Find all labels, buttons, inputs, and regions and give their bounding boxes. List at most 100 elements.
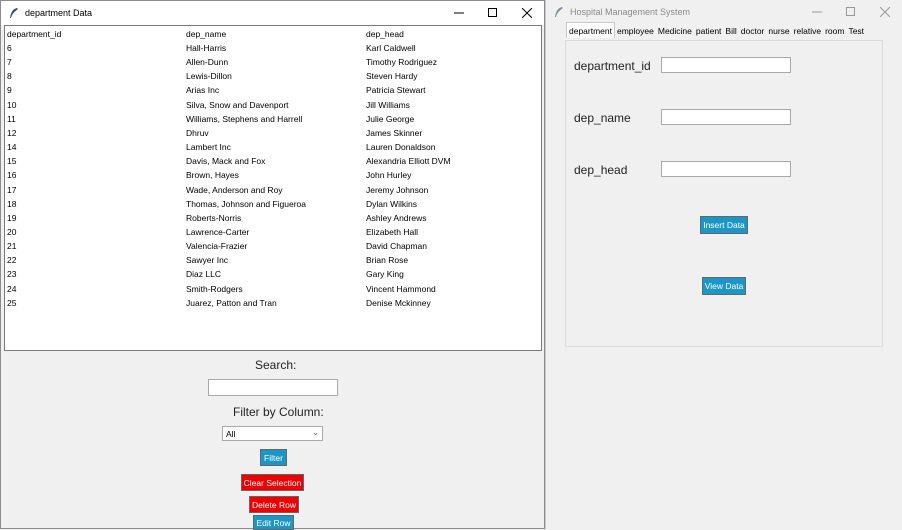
tab-test[interactable]: Test bbox=[846, 24, 866, 38]
table-row[interactable]: 23 Diaz LLC Gary King bbox=[5, 268, 541, 282]
filter-label: Filter by Column: bbox=[233, 405, 324, 419]
window-title: department Data bbox=[25, 8, 93, 18]
delete-row-button[interactable]: Delete Row bbox=[249, 496, 299, 513]
tab-employee[interactable]: employee bbox=[615, 24, 656, 38]
close-button[interactable] bbox=[510, 1, 544, 25]
cell-dep-name: Williams, Stephens and Harrell bbox=[186, 113, 303, 124]
tab-doctor[interactable]: doctor bbox=[739, 24, 767, 38]
table-row[interactable]: 25 Juarez, Patton and Tran Denise Mckinney bbox=[5, 297, 541, 311]
table-row[interactable]: 6 Hall-Harris Karl Caldwell bbox=[5, 42, 541, 56]
cell-dep-head: Denise Mckinney bbox=[366, 297, 431, 308]
cell-dep-head: Alexandria Elliott DVM bbox=[366, 156, 451, 167]
table-row[interactable]: 8 Lewis-Dillon Steven Hardy bbox=[5, 70, 541, 84]
maximize-icon bbox=[846, 7, 855, 16]
feather-icon bbox=[552, 5, 566, 19]
department-data-window: department Data department_id dep_name d… bbox=[0, 0, 545, 530]
cell-dep-head: Gary King bbox=[366, 269, 404, 280]
table-row[interactable]: 22 Sawyer Inc Brian Rose bbox=[5, 254, 541, 268]
department-tab-panel: department_id dep_name dep_head Insert D… bbox=[565, 40, 883, 347]
cell-department-id: 11 bbox=[7, 113, 16, 124]
cell-dep-name: Dhruv bbox=[186, 127, 209, 138]
tab-patient[interactable]: patient bbox=[694, 24, 724, 38]
table-row[interactable]: 19 Roberts-Norris Ashley Andrews bbox=[5, 212, 541, 226]
filter-button[interactable]: Filter bbox=[260, 449, 287, 466]
department-table[interactable]: department_id dep_name dep_head 6 Hall-Ha… bbox=[4, 25, 542, 351]
table-row[interactable]: 7 Allen-Dunn Timothy Rodriguez bbox=[5, 56, 541, 70]
cell-department-id: 22 bbox=[7, 255, 17, 266]
cell-department-id: 14 bbox=[7, 142, 17, 153]
cell-dep-head: Brian Rose bbox=[366, 255, 409, 266]
dep-name-input[interactable] bbox=[661, 109, 791, 125]
filter-column-select[interactable]: All ⌄ bbox=[222, 426, 323, 441]
tab-bar: department employee Medicine patient Bil… bbox=[566, 22, 866, 40]
cell-dep-name: Sawyer Inc bbox=[186, 255, 229, 266]
cell-department-id: 21 bbox=[7, 241, 17, 252]
table-row[interactable]: 9 Arias Inc Patricia Stewart bbox=[5, 84, 541, 98]
cell-dep-head: Ashley Andrews bbox=[366, 212, 427, 223]
minimize-icon bbox=[454, 12, 464, 14]
cell-dep-name: Davis, Mack and Fox bbox=[186, 156, 266, 167]
cell-dep-name: Brown, Hayes bbox=[186, 170, 239, 181]
cell-dep-head: Vincent Hammond bbox=[366, 283, 436, 294]
cell-dep-head: Dylan Wilkins bbox=[366, 198, 418, 209]
table-row[interactable]: 10 Silva, Snow and Davenport Jill Williams bbox=[5, 99, 541, 113]
table-row[interactable]: 18 Thomas, Johnson and Figueroa Dylan Wilk… bbox=[5, 198, 541, 212]
filter-selected-value: All bbox=[226, 429, 236, 439]
cell-dep-head: Patricia Stewart bbox=[366, 85, 426, 96]
cell-dep-head: Jeremy Johnson bbox=[366, 184, 429, 195]
search-input[interactable] bbox=[208, 379, 338, 396]
dep-name-label: dep_name bbox=[574, 111, 631, 125]
tab-relative[interactable]: relative bbox=[792, 24, 823, 38]
cell-department-id: 19 bbox=[7, 212, 17, 223]
table-row[interactable]: 12 Dhruv James Skinner bbox=[5, 127, 541, 141]
table-row[interactable]: 24 Smith-Rodgers Vincent Hammond bbox=[5, 283, 541, 297]
table-row[interactable]: 20 Lawrence-Carter Elizabeth Hall bbox=[5, 226, 541, 240]
table-row[interactable]: 21 Valencia-Frazier David Chapman bbox=[5, 240, 541, 254]
tab-bill[interactable]: Bill bbox=[723, 24, 738, 38]
view-data-button[interactable]: View Data bbox=[702, 277, 746, 295]
cell-dep-name: Thomas, Johnson and Figueroa bbox=[186, 198, 307, 209]
column-header-department-id[interactable]: department_id bbox=[7, 29, 61, 39]
cell-department-id: 15 bbox=[7, 156, 17, 167]
table-row[interactable]: 11 Williams, Stephens and Harrell Julie Ge… bbox=[5, 113, 541, 127]
table-row[interactable]: 17 Wade, Anderson and Roy Jeremy Johnson bbox=[5, 184, 541, 198]
tab-medicine[interactable]: Medicine bbox=[656, 24, 694, 38]
column-header-dep-head[interactable]: dep_head bbox=[366, 29, 404, 39]
dep-head-label: dep_head bbox=[574, 163, 628, 177]
cell-dep-head: Elizabeth Hall bbox=[366, 226, 418, 237]
cell-dep-head: Karl Caldwell bbox=[366, 43, 416, 53]
table-row[interactable]: 16 Brown, Hayes John Hurley bbox=[5, 169, 541, 183]
minimize-button[interactable] bbox=[800, 0, 834, 24]
title-bar[interactable]: Hospital Management System bbox=[546, 0, 902, 24]
department-id-input[interactable] bbox=[661, 57, 791, 73]
department-id-label: department_id bbox=[574, 59, 651, 73]
tab-department[interactable]: department bbox=[566, 22, 615, 38]
edit-row-button[interactable]: Edit Row bbox=[253, 515, 294, 530]
insert-data-button[interactable]: Insert Data bbox=[700, 216, 748, 234]
maximize-button[interactable] bbox=[834, 0, 868, 24]
chevron-down-icon: ⌄ bbox=[312, 428, 319, 437]
close-icon bbox=[522, 8, 532, 18]
tab-nurse[interactable]: nurse bbox=[766, 24, 791, 38]
cell-dep-head: Steven Hardy bbox=[366, 71, 418, 82]
feather-icon bbox=[7, 6, 21, 20]
tab-room[interactable]: room bbox=[823, 24, 846, 38]
dep-head-input[interactable] bbox=[661, 161, 791, 177]
cell-department-id: 25 bbox=[7, 297, 17, 308]
cell-department-id: 24 bbox=[7, 283, 17, 294]
cell-department-id: 6 bbox=[7, 43, 12, 53]
title-bar[interactable]: department Data bbox=[1, 1, 544, 25]
cell-dep-head: David Chapman bbox=[366, 241, 427, 252]
clear-selection-button[interactable]: Clear Selection bbox=[241, 474, 304, 491]
cell-dep-name: Lewis-Dillon bbox=[186, 71, 232, 82]
cell-department-id: 23 bbox=[7, 269, 17, 280]
minimize-button[interactable] bbox=[442, 1, 476, 25]
close-button[interactable] bbox=[868, 0, 902, 24]
cell-dep-name: Wade, Anderson and Roy bbox=[186, 184, 283, 195]
cell-dep-name: Hall-Harris bbox=[186, 43, 227, 53]
maximize-button[interactable] bbox=[476, 1, 510, 25]
table-row[interactable]: 15 Davis, Mack and Fox Alexandria Elliott … bbox=[5, 155, 541, 169]
table-row[interactable]: 14 Lambert Inc Lauren Donaldson bbox=[5, 141, 541, 155]
cell-dep-head: James Skinner bbox=[366, 127, 423, 138]
column-header-dep-name[interactable]: dep_name bbox=[186, 29, 226, 39]
